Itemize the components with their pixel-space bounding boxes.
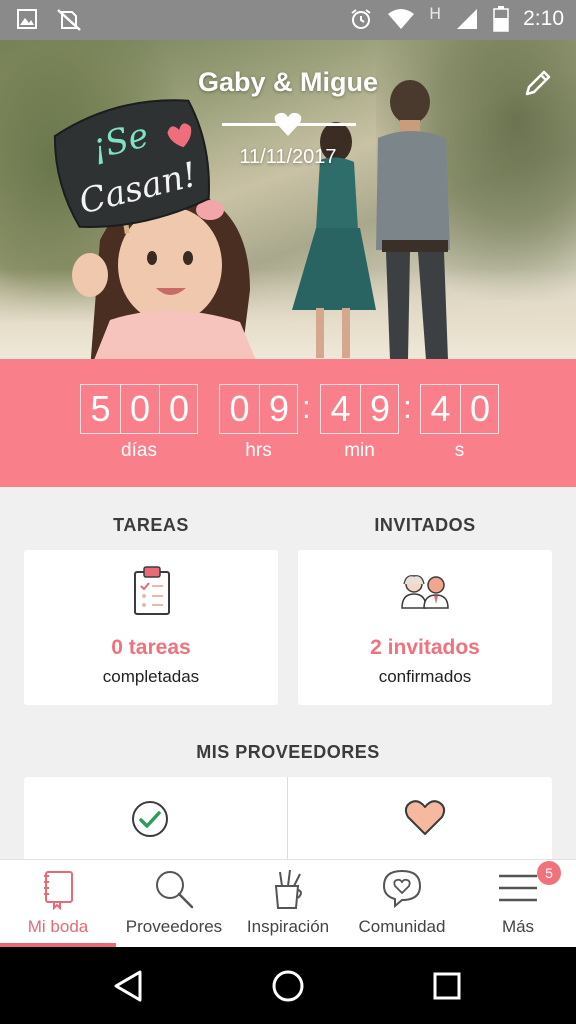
days-digit-2: 0 [120, 385, 159, 433]
notebook-icon [44, 871, 73, 910]
hours-digit-2: 9 [259, 385, 298, 433]
back-icon[interactable] [112, 969, 144, 1003]
alarm-icon [351, 9, 371, 29]
heart-icon [404, 800, 446, 835]
gallery-icon [17, 9, 37, 29]
hours-digit-1: 0 [229, 388, 250, 429]
signal-icon [457, 9, 478, 29]
wifi-icon [388, 9, 415, 29]
colon-separator: : [403, 389, 412, 425]
menu-icon [499, 874, 537, 902]
status-time: 2:10 [523, 7, 564, 30]
nav-label-proveedores: Proveedores [125, 917, 223, 936]
system-navigation-bar [0, 947, 576, 1024]
minutes-label: min [344, 440, 375, 461]
notification-badge: 5 [537, 861, 561, 885]
days-digit-1: 5 [90, 388, 111, 429]
proveedores-favoritos-card[interactable] [288, 777, 552, 859]
seconds-digit-1: 4 [430, 388, 451, 429]
couple-names-title: Gaby & Migue [197, 67, 379, 97]
minutes-digit-2: 9 [360, 385, 399, 433]
invitados-subtitle: confirmados [378, 667, 472, 686]
days-label: días [121, 440, 157, 461]
seconds-label: s [454, 440, 465, 461]
proveedores-contratados-card[interactable] [24, 777, 287, 859]
minutes-digit-1: 4 [330, 388, 351, 429]
wedding-countdown: 5 0 0 0 9 : 4 9 : 4 0 días hrs min s [0, 359, 576, 487]
colon-separator: : [302, 389, 311, 425]
guests-couple-icon [401, 575, 449, 609]
search-icon [156, 871, 194, 909]
dashboard-content: TAREAS INVITADOS 0 tareas completadas 2 … [0, 487, 576, 859]
seconds-digit-2: 0 [460, 385, 499, 433]
chat-heart-icon [382, 869, 422, 908]
invitados-card[interactable]: 2 invitados confirmados [298, 550, 552, 705]
network-type-label: H [429, 3, 442, 23]
nav-label-mi-boda: Mi boda [27, 917, 89, 936]
no-sim-icon [57, 9, 81, 31]
nav-item-mi-boda[interactable]: Mi boda [0, 860, 116, 948]
recents-icon[interactable] [432, 971, 462, 1001]
status-bar: H 2:10 [0, 0, 576, 40]
minutes-box: 4 9 [320, 384, 399, 434]
nav-label-comunidad: Comunidad [358, 917, 446, 936]
days-box: 5 0 0 [80, 384, 198, 434]
bottom-navigation: Mi boda Proveedores Inspiración Comunida… [0, 859, 576, 947]
heart-divider-icon [274, 112, 302, 136]
home-icon[interactable] [270, 968, 306, 1004]
days-digit-3: 0 [159, 385, 198, 433]
invitados-section-title: INVITADOS [374, 515, 476, 535]
tareas-section-title: TAREAS [113, 515, 189, 535]
proveedores-section-title: MIS PROVEEDORES [196, 742, 380, 762]
tareas-card[interactable]: 0 tareas completadas [24, 550, 278, 705]
seconds-box: 4 0 [420, 384, 499, 434]
nav-item-proveedores[interactable]: Proveedores [116, 860, 232, 948]
nav-item-inspiracion[interactable]: Inspiración [232, 860, 344, 948]
clipboard-checklist-icon [134, 566, 170, 615]
nav-item-comunidad[interactable]: Comunidad [344, 860, 460, 948]
tareas-count: 0 tareas [111, 636, 191, 659]
hero-banner: ¡Se Casan! Gaby & Migue 11/11/2017 [0, 40, 576, 359]
hours-box: 0 9 [219, 384, 298, 434]
pencil-cup-icon [274, 869, 302, 909]
nav-label-mas: Más [501, 917, 535, 936]
invitados-count: 2 invitados [370, 636, 480, 659]
check-circle-icon [132, 801, 168, 837]
nav-label-inspiracion: Inspiración [246, 917, 330, 936]
edit-pencil-icon[interactable] [522, 67, 554, 99]
battery-icon [493, 6, 509, 32]
hours-label: hrs [245, 440, 272, 461]
tareas-subtitle: completadas [102, 667, 200, 686]
wedding-date: 11/11/2017 [239, 146, 337, 168]
